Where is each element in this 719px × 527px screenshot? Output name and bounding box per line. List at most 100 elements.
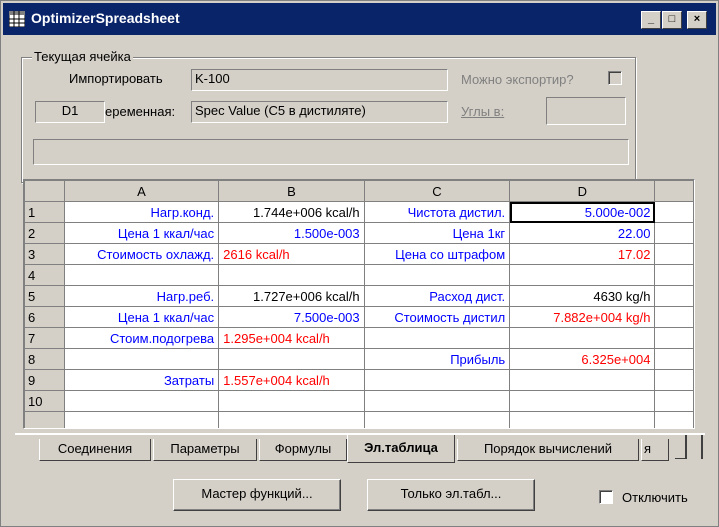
- cell-a7[interactable]: Стоим.подогрева: [63, 327, 220, 349]
- cell-d10[interactable]: [509, 390, 656, 412]
- tab-scroll-right[interactable]: [691, 435, 703, 459]
- cell-c10[interactable]: [363, 390, 511, 412]
- angles-field[interactable]: [546, 97, 626, 125]
- cell-a10[interactable]: [63, 390, 220, 412]
- cell-c8[interactable]: Прибыль: [363, 348, 511, 370]
- cell-d8[interactable]: 6.325e+004: [509, 348, 656, 370]
- cell-e3[interactable]: [654, 243, 694, 265]
- cell-e4[interactable]: [654, 264, 694, 286]
- row-header[interactable]: [24, 411, 65, 428]
- tab-connections[interactable]: Соединения: [39, 439, 151, 461]
- tab-calc-order[interactable]: Порядок вычислений: [457, 439, 639, 461]
- spreadsheet-grid[interactable]: A B C D 1 Нагр.конд. 1.744e+006 kcal/h Чист…: [23, 179, 695, 429]
- minimize-button[interactable]: _: [641, 11, 661, 29]
- cell-b10[interactable]: [218, 390, 365, 412]
- cell-c2[interactable]: Цена 1кг: [363, 222, 511, 244]
- row-header[interactable]: 5: [24, 285, 65, 307]
- cell-b4[interactable]: [218, 264, 365, 286]
- row-header[interactable]: 7: [24, 327, 65, 349]
- tab-scroll-left[interactable]: [675, 435, 687, 459]
- cell-d1[interactable]: 5.000e-002: [509, 201, 656, 223]
- cell-a1[interactable]: Нагр.конд.: [63, 201, 220, 223]
- tab-spreadsheet[interactable]: Эл.таблица: [347, 435, 455, 463]
- cell-e7[interactable]: [654, 327, 694, 349]
- cell-d5[interactable]: 4630 kg/h: [509, 285, 656, 307]
- cell-d11[interactable]: [509, 411, 656, 428]
- tab-overflow[interactable]: я: [641, 439, 669, 461]
- cell-ref-field: D1: [35, 101, 105, 123]
- cell-c9[interactable]: [363, 369, 511, 391]
- cell-a4[interactable]: [63, 264, 220, 286]
- column-header-d[interactable]: D: [509, 180, 656, 202]
- cell-c6[interactable]: Стоимость дистил: [363, 306, 511, 328]
- cell-a9[interactable]: Затраты: [63, 369, 220, 391]
- cell-d4[interactable]: [509, 264, 656, 286]
- cell-d2[interactable]: 22.00: [509, 222, 656, 244]
- cell-a6[interactable]: Цена 1 ккал/час: [63, 306, 220, 328]
- cell-b9[interactable]: 1.557e+004 kcal/h: [218, 369, 365, 391]
- cell-c5[interactable]: Расход дист.: [363, 285, 511, 307]
- cell-c4[interactable]: [363, 264, 511, 286]
- cell-e5[interactable]: [654, 285, 694, 307]
- column-header-c[interactable]: C: [363, 180, 511, 202]
- row-header[interactable]: 9: [24, 369, 65, 391]
- cell-b1[interactable]: 1.744e+006 kcal/h: [218, 201, 365, 223]
- cell-c7[interactable]: [363, 327, 511, 349]
- cell-a8[interactable]: [63, 348, 220, 370]
- column-header-e[interactable]: [654, 180, 694, 202]
- row-header[interactable]: 10: [24, 390, 65, 412]
- table-row: 8 Прибыль 6.325e+004: [24, 348, 694, 370]
- corner-cell[interactable]: [24, 180, 65, 202]
- import-field[interactable]: K-100: [191, 69, 448, 91]
- cell-d3[interactable]: 17.02: [509, 243, 656, 265]
- cell-c11[interactable]: [363, 411, 511, 428]
- cell-e8[interactable]: [654, 348, 694, 370]
- cell-b7[interactable]: 1.295e+004 kcal/h: [218, 327, 365, 349]
- cell-a2[interactable]: Цена 1 ккал/час: [63, 222, 220, 244]
- cell-d7[interactable]: [509, 327, 656, 349]
- cell-c1[interactable]: Чистота дистил.: [363, 201, 511, 223]
- export-label: Можно экспортир?: [461, 72, 574, 87]
- table-row: 10: [24, 390, 694, 412]
- cell-e9[interactable]: [654, 369, 694, 391]
- column-header-b[interactable]: B: [218, 180, 365, 202]
- formula-field[interactable]: [33, 139, 629, 165]
- row-header[interactable]: 3: [24, 243, 65, 265]
- cell-e1[interactable]: [654, 201, 694, 223]
- cell-e10[interactable]: [654, 390, 694, 412]
- angles-label: Углы в:: [461, 104, 505, 119]
- row-header[interactable]: 6: [24, 306, 65, 328]
- close-button[interactable]: ×: [687, 11, 707, 29]
- cell-e11[interactable]: [654, 411, 694, 428]
- cell-b8[interactable]: [218, 348, 365, 370]
- variable-field[interactable]: Spec Value (C5 в дистиляте): [191, 101, 448, 123]
- column-header-a[interactable]: A: [63, 180, 220, 202]
- cell-c3[interactable]: Цена со штрафом: [363, 243, 511, 265]
- row-header[interactable]: 4: [24, 264, 65, 286]
- export-checkbox[interactable]: [608, 71, 622, 85]
- tab-parameters[interactable]: Параметры: [153, 439, 257, 461]
- cell-a5[interactable]: Нагр.реб.: [63, 285, 220, 307]
- cell-e6[interactable]: [654, 306, 694, 328]
- cell-a3[interactable]: Стоимость охлажд.: [63, 243, 220, 265]
- cell-e2[interactable]: [654, 222, 694, 244]
- tab-formulas[interactable]: Формулы: [259, 439, 347, 461]
- row-header[interactable]: 2: [24, 222, 65, 244]
- disable-label: Отключить: [622, 490, 688, 505]
- cell-b6[interactable]: 7.500e-003: [218, 306, 365, 328]
- function-wizard-button[interactable]: Мастер функций...: [173, 479, 341, 511]
- cell-d9[interactable]: [509, 369, 656, 391]
- maximize-button[interactable]: □: [662, 11, 682, 29]
- cell-b5[interactable]: 1.727e+006 kcal/h: [218, 285, 365, 307]
- title-bar[interactable]: OptimizerSpreadsheet _ □ ×: [3, 3, 716, 35]
- cell-a11[interactable]: [63, 411, 220, 428]
- cell-b11[interactable]: [218, 411, 365, 428]
- row-header[interactable]: 8: [24, 348, 65, 370]
- cell-b2[interactable]: 1.500e-003: [218, 222, 365, 244]
- cell-d6[interactable]: 7.882e+004 kg/h: [509, 306, 656, 328]
- disable-checkbox[interactable]: [599, 490, 613, 504]
- sheet-only-button[interactable]: Только эл.табл...: [367, 479, 535, 511]
- row-header[interactable]: 1: [24, 201, 65, 223]
- cell-b3[interactable]: 2616 kcal/h: [218, 243, 365, 265]
- table-row: 3 Стоимость охлажд. 2616 kcal/h Цена со штр…: [24, 243, 694, 265]
